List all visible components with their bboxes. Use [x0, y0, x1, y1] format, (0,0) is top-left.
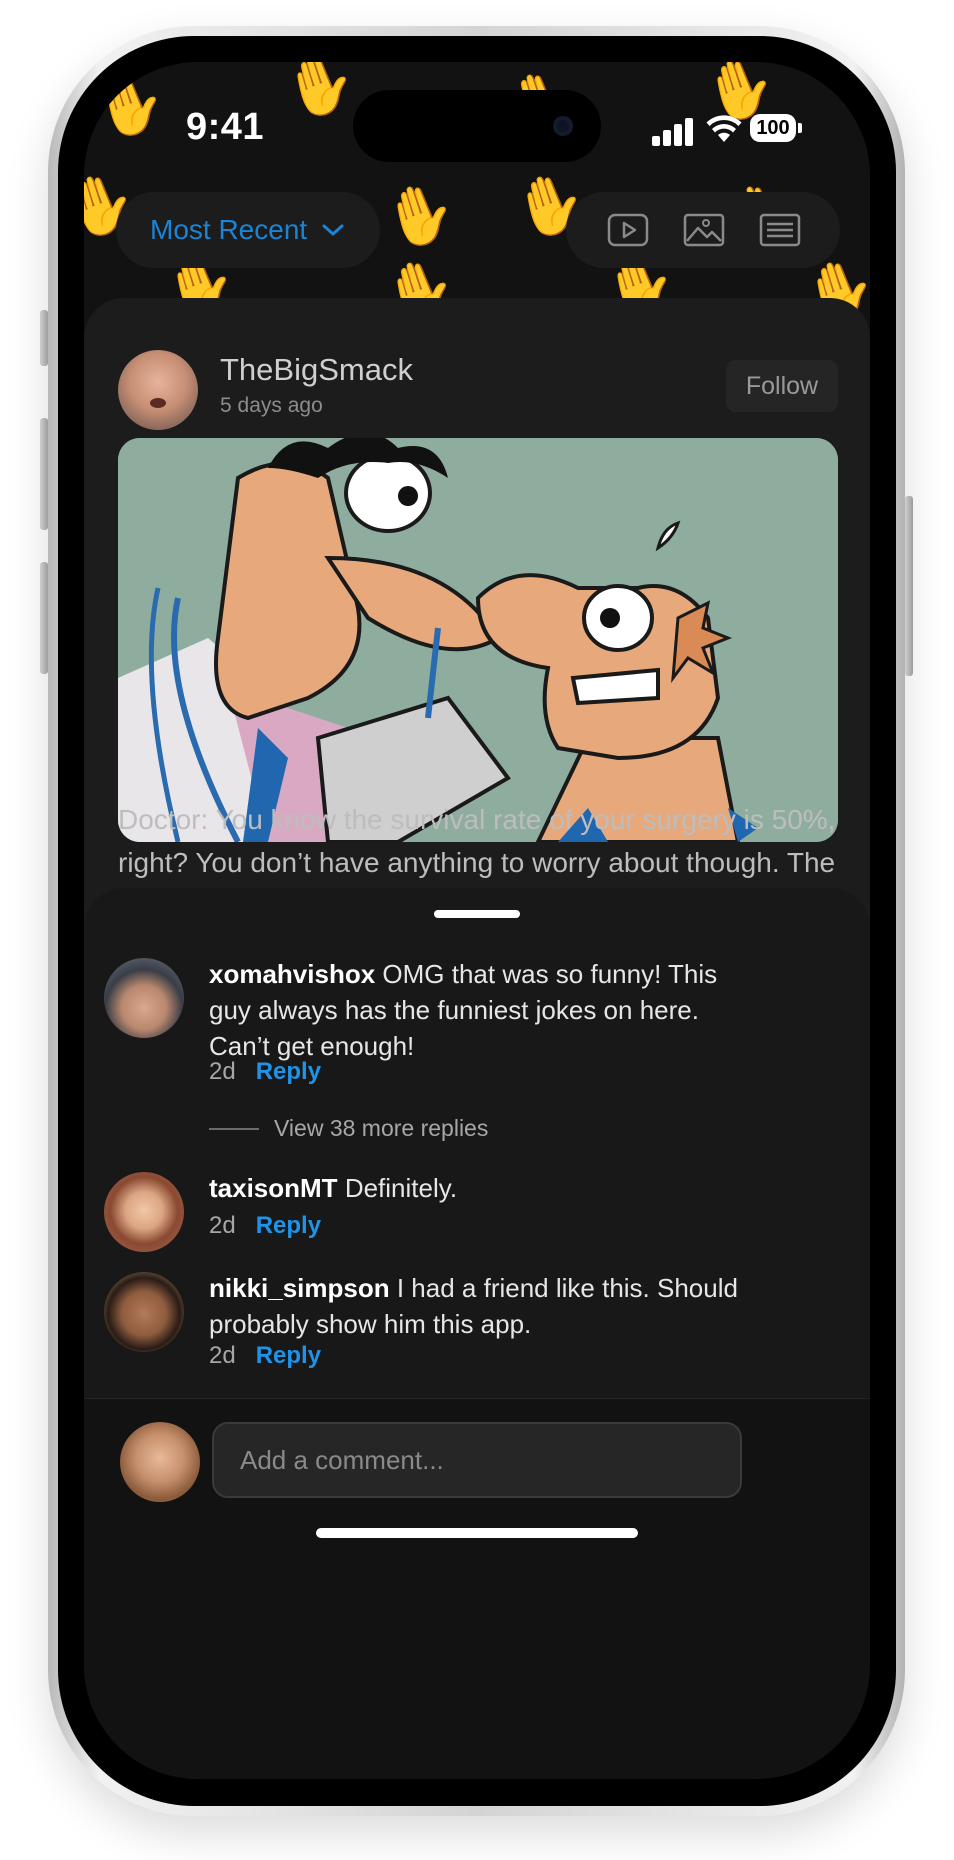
- home-indicator[interactable]: [316, 1528, 638, 1538]
- comment-text: Definitely.: [344, 1173, 458, 1203]
- comment-meta: 2d Reply: [209, 1058, 321, 1086]
- comment-body: xomahvishox OMG that was so funny! This …: [209, 956, 749, 1064]
- current-user-avatar: [120, 1422, 200, 1502]
- comment-avatar[interactable]: [104, 958, 184, 1038]
- comment-avatar[interactable]: [104, 1172, 184, 1252]
- app-screen: ✋✋ ✋✋ ✋✋ ✋✋ ✋✋ ✋✋ 9:41 100 Most Recent: [84, 62, 870, 1779]
- play-video-icon[interactable]: [606, 210, 650, 250]
- comment-meta: 2d Reply: [209, 1342, 321, 1370]
- view-more-replies-button[interactable]: View 38 more replies: [274, 1115, 488, 1142]
- power-button: [905, 496, 913, 676]
- comment-age: 2d: [209, 1058, 236, 1085]
- comment-username[interactable]: taxisonMT: [209, 1173, 338, 1203]
- volume-up-button: [40, 418, 48, 530]
- follow-button[interactable]: Follow: [726, 360, 838, 412]
- battery-level: 100: [750, 114, 796, 142]
- post-image[interactable]: [118, 438, 838, 842]
- comment-age: 2d: [209, 1212, 236, 1239]
- action-button: [40, 310, 48, 366]
- sort-label: Most Recent: [150, 214, 308, 245]
- comment-username[interactable]: nikki_simpson: [209, 1273, 390, 1303]
- post-timestamp: 5 days ago: [220, 394, 323, 417]
- sort-dropdown[interactable]: Most Recent: [116, 192, 380, 268]
- cellular-signal-icon: [652, 116, 694, 146]
- post-author-avatar[interactable]: [118, 350, 198, 430]
- reply-button[interactable]: Reply: [256, 1212, 321, 1239]
- view-more-divider: [209, 1128, 259, 1130]
- comment-username[interactable]: xomahvishox: [209, 959, 375, 989]
- comment-meta: 2d Reply: [209, 1212, 321, 1240]
- chevron-down-icon: [322, 224, 344, 236]
- comment-body: nikki_simpson I had a friend like this. …: [209, 1270, 749, 1342]
- comment-input[interactable]: [212, 1422, 742, 1498]
- wifi-icon: [706, 115, 742, 142]
- reply-button[interactable]: Reply: [256, 1058, 321, 1085]
- dynamic-island: [353, 90, 601, 162]
- reply-button[interactable]: Reply: [256, 1342, 321, 1369]
- comment-body: taxisonMT Definitely.: [209, 1170, 749, 1206]
- image-icon[interactable]: [682, 210, 726, 250]
- text-lines-icon[interactable]: [758, 210, 802, 250]
- sheet-grabber[interactable]: [434, 910, 520, 918]
- comment-age: 2d: [209, 1342, 236, 1369]
- post-author-name[interactable]: TheBigSmack: [220, 352, 413, 388]
- battery-tip: [798, 123, 802, 133]
- content-type-filter: [566, 192, 840, 268]
- comment-avatar[interactable]: [104, 1272, 184, 1352]
- volume-down-button: [40, 562, 48, 674]
- status-time: 9:41: [186, 106, 265, 148]
- front-camera: [553, 116, 573, 136]
